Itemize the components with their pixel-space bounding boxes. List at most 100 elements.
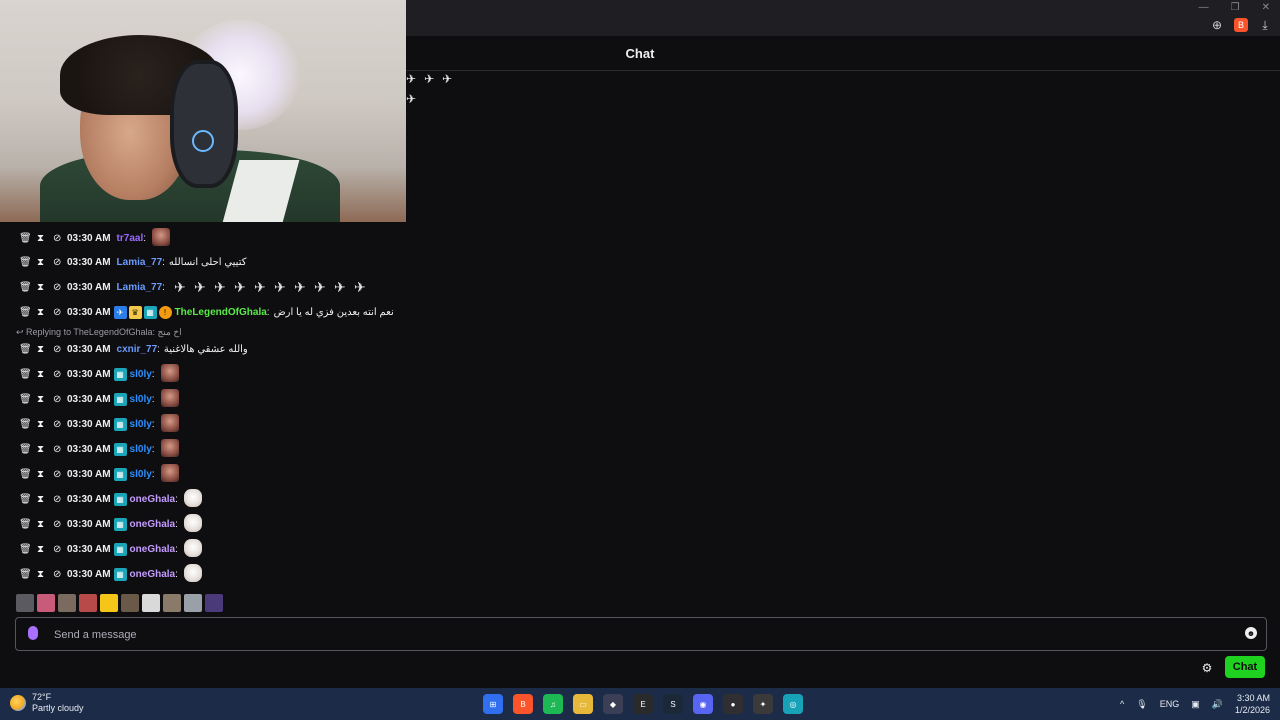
badge-or-icon[interactable]: ! [158, 305, 172, 319]
username[interactable]: oneGhala [130, 569, 176, 580]
cat-emote[interactable] [183, 488, 202, 507]
maximize-icon[interactable]: ❐ [1231, 2, 1240, 13]
discord-icon[interactable]: ◉ [693, 694, 713, 714]
close-icon[interactable]: ✕ [1262, 2, 1270, 13]
username[interactable]: cxnir_77 [117, 344, 158, 355]
chat-settings-icon[interactable]: ⚙ [1200, 661, 1214, 675]
steam-icon[interactable]: S [663, 694, 683, 714]
message-input[interactable] [52, 626, 1206, 644]
chat-message[interactable]: 🗑 ⧗ ⊘ 03:30 AM Lamia_77: كتييي احلى انسالله [0, 251, 246, 273]
ban-icon[interactable]: ⊘ [53, 307, 61, 318]
bird-emote[interactable]: ✈ [351, 278, 369, 296]
badge-tl-icon[interactable]: ▦ [143, 305, 157, 319]
timeout-icon[interactable]: ⧗ [37, 369, 44, 380]
bird-emote[interactable]: ✈ [231, 278, 249, 296]
chat-message[interactable]: 🗑 ⧗ ⊘ 03:30 AM ▦ oneGhala: [0, 538, 202, 560]
username[interactable]: sl0ly [130, 444, 152, 455]
send-chat-button[interactable]: Chat [1225, 656, 1265, 678]
username[interactable]: TheLegendOfGhala [175, 307, 267, 318]
timeout-icon[interactable]: ⧗ [37, 233, 44, 244]
ban-icon[interactable]: ⊘ [53, 469, 61, 480]
timeout-icon[interactable]: ⧗ [37, 444, 44, 455]
timeout-icon[interactable]: ⧗ [37, 519, 44, 530]
bird-emote[interactable]: ✈ [251, 278, 269, 296]
chat-message[interactable]: 🗑 ⧗ ⊘ 03:30 AM ▦ sl0ly: [0, 438, 179, 460]
username[interactable]: Lamia_77 [117, 257, 163, 268]
face-emote[interactable] [160, 388, 179, 407]
timeout-icon[interactable]: ⧗ [37, 307, 44, 318]
delete-icon[interactable]: 🗑 [19, 419, 32, 430]
emote-picker-icon[interactable]: ☻ [1245, 627, 1257, 639]
face-emote[interactable] [160, 363, 179, 382]
badge-tl-icon[interactable]: ▦ [113, 417, 127, 431]
microphone-icon[interactable]: 🎙 [1136, 699, 1147, 710]
username[interactable]: sl0ly [130, 419, 152, 430]
bird-emote[interactable]: ✈ [171, 278, 189, 296]
chat-message[interactable]: 🗑 ⧗ ⊘ 03:30 AM ▦ sl0ly: [0, 463, 179, 485]
ban-icon[interactable]: ⊘ [53, 494, 61, 505]
ban-icon[interactable]: ⊘ [53, 282, 61, 293]
spotify-icon[interactable]: ♫ [543, 694, 563, 714]
badge-cr-icon[interactable]: ♛ [128, 305, 142, 319]
recent-emote[interactable] [16, 594, 34, 612]
chat-message[interactable]: 🗑 ⧗ ⊘ 03:30 AM ▦ oneGhala: [0, 488, 202, 510]
delete-icon[interactable]: 🗑 [19, 494, 32, 505]
download-icon[interactable]: ⤓ [1258, 18, 1272, 32]
badge-tl-icon[interactable]: ▦ [113, 567, 127, 581]
timeout-icon[interactable]: ⧗ [37, 544, 44, 555]
ban-icon[interactable]: ⊘ [53, 544, 61, 555]
bird-emote[interactable]: ✈ [331, 278, 349, 296]
epic-icon[interactable]: E [633, 694, 653, 714]
chevron-up-icon[interactable]: ^ [1120, 699, 1124, 709]
delete-icon[interactable]: 🗑 [19, 469, 32, 480]
brave-icon[interactable]: B [513, 694, 533, 714]
clock[interactable]: 3:30 AM 1/2/2026 [1235, 692, 1270, 716]
face-emote[interactable] [160, 463, 179, 482]
timeout-icon[interactable]: ⧗ [37, 394, 44, 405]
davinci-icon[interactable]: ◆ [603, 694, 623, 714]
bird-emote[interactable]: ✈ [311, 278, 329, 296]
timeout-icon[interactable]: ⧗ [37, 344, 44, 355]
steelseries-icon[interactable]: ✦ [753, 694, 773, 714]
bird-emote[interactable]: ✈ [291, 278, 309, 296]
zoom-icon[interactable]: ⊕ [1210, 18, 1224, 32]
badge-tl-icon[interactable]: ▦ [113, 517, 127, 531]
weather-widget[interactable]: 72°F Partly cloudy [10, 692, 84, 714]
recent-emote[interactable] [79, 594, 97, 612]
recent-emote[interactable] [37, 594, 55, 612]
cat-emote[interactable] [183, 513, 202, 532]
chat-message[interactable]: 🗑 ⧗ ⊘ 03:30 AM ▦ sl0ly: [0, 363, 179, 385]
obs-icon[interactable]: ● [723, 694, 743, 714]
chat-message[interactable]: 🗑 ⧗ ⊘ 03:30 AM cxnir_77: والله عشقي هالاغنية [0, 338, 248, 360]
chat-message[interactable]: 🗑 ⧗ ⊘ 03:30 AM ▦ sl0ly: [0, 413, 179, 435]
chat-message[interactable]: 🗑 ⧗ ⊘ 03:30 AM ▦ oneGhala: [0, 513, 202, 535]
delete-icon[interactable]: 🗑 [19, 307, 32, 318]
face-emote[interactable] [152, 227, 171, 246]
recent-emote[interactable] [142, 594, 160, 612]
display-icon[interactable]: ▣ [1191, 699, 1200, 710]
recent-emote[interactable] [184, 594, 202, 612]
ban-icon[interactable]: ⊘ [53, 519, 61, 530]
timeout-icon[interactable]: ⧗ [37, 419, 44, 430]
delete-icon[interactable]: 🗑 [19, 569, 32, 580]
ban-icon[interactable]: ⊘ [53, 419, 61, 430]
badge-tl-icon[interactable]: ▦ [113, 392, 127, 406]
timeout-icon[interactable]: ⧗ [37, 257, 44, 268]
delete-icon[interactable]: 🗑 [19, 369, 32, 380]
ban-icon[interactable]: ⊘ [53, 394, 61, 405]
ban-icon[interactable]: ⊘ [53, 444, 61, 455]
ban-icon[interactable]: ⊘ [53, 233, 61, 244]
delete-icon[interactable]: 🗑 [19, 344, 32, 355]
chat-message[interactable]: 🗑 ⧗ ⊘ 03:30 AM tr7aal: [0, 227, 171, 249]
delete-icon[interactable]: 🗑 [19, 394, 32, 405]
badge-tl-icon[interactable]: ▦ [113, 492, 127, 506]
brave-shields-icon[interactable]: B [1234, 18, 1248, 32]
face-emote[interactable] [160, 438, 179, 457]
ban-icon[interactable]: ⊘ [53, 257, 61, 268]
app-icon[interactable]: ◎ [783, 694, 803, 714]
chat-message[interactable]: 🗑 ⧗ ⊘ 03:30 AM ▦ sl0ly: [0, 388, 179, 410]
recent-emote[interactable] [163, 594, 181, 612]
delete-icon[interactable]: 🗑 [19, 233, 32, 244]
recent-emote[interactable] [205, 594, 223, 612]
timeout-icon[interactable]: ⧗ [37, 469, 44, 480]
